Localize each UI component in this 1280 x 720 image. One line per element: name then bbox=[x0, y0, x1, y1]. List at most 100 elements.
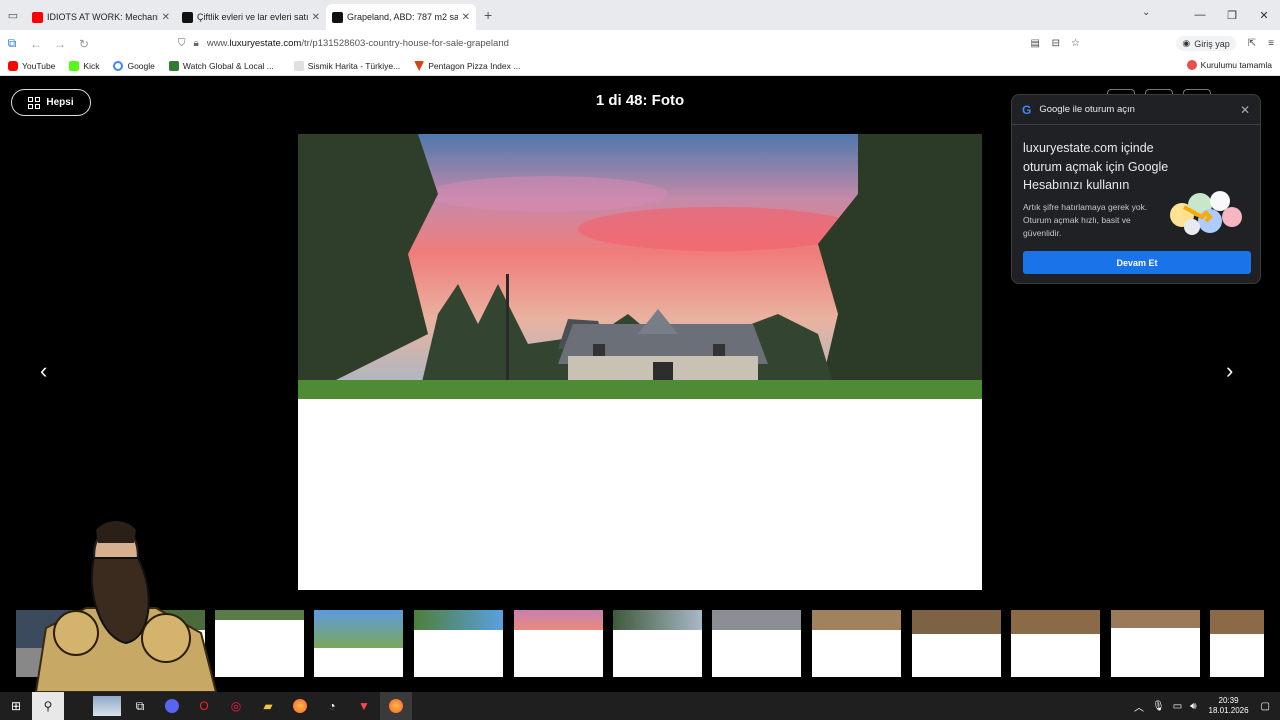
key-illustration-icon bbox=[1170, 191, 1242, 235]
windows-taskbar: ⊞ ⚲ ⧉ O ◎ ▰ ◔ ▼ ︿ 🎙︎ ▭ 🔊︎ 20:39 18.01.20… bbox=[0, 692, 1280, 720]
close-icon[interactable]: ✕ bbox=[1248, 9, 1280, 22]
site-favicon-icon bbox=[332, 11, 343, 23]
popup-header-text: Google ile oturum açın bbox=[1039, 104, 1135, 115]
popup-body: Artık şifre hatırlamaya gerek yok. Oturu… bbox=[1023, 202, 1148, 238]
bookmark-label: Pentagon Pizza Index ... bbox=[428, 61, 521, 71]
clock-date: 18.01.2026 bbox=[1208, 706, 1249, 715]
taskview-icon[interactable]: ⧉ bbox=[124, 692, 156, 720]
kick-icon bbox=[69, 61, 80, 71]
pizza-icon bbox=[414, 61, 425, 71]
discord-icon[interactable] bbox=[156, 692, 188, 720]
sign-in-button[interactable]: ◉ Giriş yap bbox=[1176, 36, 1236, 51]
extensions-icon[interactable]: ⇱ bbox=[1248, 38, 1256, 49]
bookmark-label: Google bbox=[127, 61, 155, 71]
account-icon: ◉ bbox=[1182, 38, 1191, 48]
url-text[interactable]: www.luxuryestate.com/tr/p131528603-count… bbox=[207, 38, 509, 49]
complete-setup-link[interactable]: Kurulumu tamamla bbox=[1186, 60, 1272, 70]
bookmark-sismik[interactable]: Sismik Harita - Türkiye... bbox=[293, 61, 400, 71]
translate-icon[interactable]: ⊟ bbox=[1052, 38, 1060, 49]
minimize-icon[interactable]: — bbox=[1184, 9, 1216, 21]
google-icon bbox=[113, 61, 124, 71]
firefox-icon[interactable] bbox=[284, 692, 316, 720]
all-photos-button[interactable]: Hepsi bbox=[11, 89, 91, 116]
obs-icon[interactable]: ◔ bbox=[316, 692, 348, 720]
notification-icon[interactable]: ▢ bbox=[1261, 701, 1270, 712]
network-icon[interactable]: ▭ bbox=[1173, 701, 1182, 712]
volume-icon[interactable]: 🔊︎ bbox=[1190, 701, 1196, 712]
chevron-left-icon[interactable]: ‹ bbox=[40, 358, 47, 384]
bookmark-pentagon[interactable]: Pentagon Pizza Index ... bbox=[414, 61, 520, 71]
folder-icon[interactable]: ▰ bbox=[252, 692, 284, 720]
close-tab-icon[interactable]: ✕ bbox=[312, 12, 320, 23]
toolbar-right: ▤ ⊟ ☆ ◉ Giriş yap ⇱ ≡ bbox=[1031, 30, 1280, 57]
forward-icon[interactable]: → bbox=[48, 37, 72, 51]
bookmark-google[interactable]: Google bbox=[113, 61, 155, 71]
thumbnail[interactable] bbox=[414, 610, 503, 677]
thumbnail[interactable] bbox=[613, 610, 702, 677]
star-icon[interactable]: ☆ bbox=[1071, 38, 1080, 49]
thumbnail[interactable] bbox=[712, 610, 801, 677]
bookmark-youtube[interactable]: YouTube bbox=[8, 61, 55, 71]
sign-in-label: Giriş yap bbox=[1194, 38, 1230, 49]
tab-title: IDIOTS AT WORK: Mechanic Ed bbox=[47, 12, 158, 22]
thumbnail[interactable] bbox=[514, 610, 603, 677]
tab-2-active[interactable]: Grapeland, ABD: 787 m2 satılık ✕ bbox=[326, 4, 476, 30]
back-icon[interactable]: ← bbox=[24, 37, 48, 51]
bookmark-label: Watch Global & Local ... bbox=[182, 61, 274, 71]
bookmark-label: Kick bbox=[83, 61, 100, 71]
valorant-icon[interactable]: ▼ bbox=[348, 692, 380, 720]
address-bar[interactable]: ⛉ 🔒︎ www.luxuryestate.com/tr/p131528603-… bbox=[178, 33, 1092, 54]
pinned-image-app[interactable] bbox=[64, 692, 124, 720]
house-photo-image bbox=[298, 134, 982, 399]
close-tab-icon[interactable]: ✕ bbox=[462, 12, 470, 23]
thumbnail[interactable] bbox=[812, 610, 901, 677]
reload-icon[interactable]: ↻ bbox=[72, 37, 96, 51]
firefox-setup-icon bbox=[1186, 60, 1197, 70]
thumbnail[interactable] bbox=[1011, 610, 1100, 677]
chevron-right-icon[interactable]: › bbox=[1226, 358, 1233, 384]
youtube-icon bbox=[8, 61, 18, 71]
window-controls: — ❐ ✕ bbox=[1184, 0, 1280, 30]
tab-title: Grapeland, ABD: 787 m2 satılık bbox=[347, 12, 458, 22]
sidebar-icon[interactable]: ⧉ bbox=[0, 36, 24, 51]
streamer-avatar-overlay bbox=[34, 521, 218, 692]
thumbnail[interactable] bbox=[314, 610, 403, 677]
tv-icon bbox=[168, 61, 179, 71]
plus-icon[interactable]: + bbox=[484, 7, 492, 23]
complete-setup-label: Kurulumu tamamla bbox=[1200, 60, 1272, 70]
bookmark-watch[interactable]: Watch Global & Local ... bbox=[168, 61, 274, 71]
thumbnail[interactable] bbox=[1210, 610, 1264, 677]
close-tab-icon[interactable]: ✕ bbox=[162, 12, 170, 23]
microphone-icon[interactable]: 🎙︎ bbox=[1152, 701, 1165, 712]
continue-button[interactable]: Devam Et bbox=[1023, 251, 1251, 274]
clock[interactable]: 20:39 18.01.2026 bbox=[1209, 696, 1249, 716]
thumbnail[interactable] bbox=[215, 610, 304, 677]
firefox-active-icon[interactable] bbox=[380, 692, 412, 720]
maximize-icon[interactable]: ❐ bbox=[1216, 9, 1248, 22]
youtube-favicon-icon bbox=[32, 11, 43, 23]
opera-gx-icon[interactable]: ◎ bbox=[220, 692, 252, 720]
thumbnail[interactable] bbox=[1111, 610, 1200, 677]
tab-0[interactable]: IDIOTS AT WORK: Mechanic Ed ✕ bbox=[26, 4, 176, 30]
chevron-down-icon[interactable]: ⌄ bbox=[1142, 7, 1150, 18]
chevron-up-icon[interactable]: ︿ bbox=[1134, 699, 1144, 714]
reader-view-icon[interactable]: ▤ bbox=[1031, 38, 1040, 49]
bookmark-label: YouTube bbox=[22, 61, 56, 71]
tab-bar: ▭ IDIOTS AT WORK: Mechanic Ed ✕ Çiftlik … bbox=[0, 0, 1280, 30]
popup-header: G Google ile oturum açın ✕ bbox=[1012, 95, 1260, 125]
opera-icon[interactable]: O bbox=[188, 692, 220, 720]
search-icon[interactable]: ⚲ bbox=[32, 692, 64, 720]
map-icon bbox=[293, 61, 304, 71]
main-photo[interactable] bbox=[298, 134, 982, 590]
shield-icon[interactable]: ⛉ bbox=[178, 38, 186, 49]
close-icon[interactable]: ✕ bbox=[1240, 103, 1250, 117]
bookmarks-bar: YouTube Kick Google Watch Global & Local… bbox=[0, 57, 1280, 76]
start-icon[interactable]: ⊞ bbox=[0, 692, 32, 720]
site-favicon-icon bbox=[182, 11, 193, 23]
tab-list-icon[interactable]: ▭ bbox=[0, 0, 26, 30]
thumbnail[interactable] bbox=[912, 610, 1001, 677]
bookmark-kick[interactable]: Kick bbox=[69, 61, 99, 71]
menu-icon[interactable]: ≡ bbox=[1268, 38, 1274, 49]
tab-1[interactable]: Çiftlik evleri ve lar evleri satılık ✕ bbox=[176, 4, 326, 30]
lock-icon[interactable]: 🔒︎ bbox=[194, 38, 199, 49]
